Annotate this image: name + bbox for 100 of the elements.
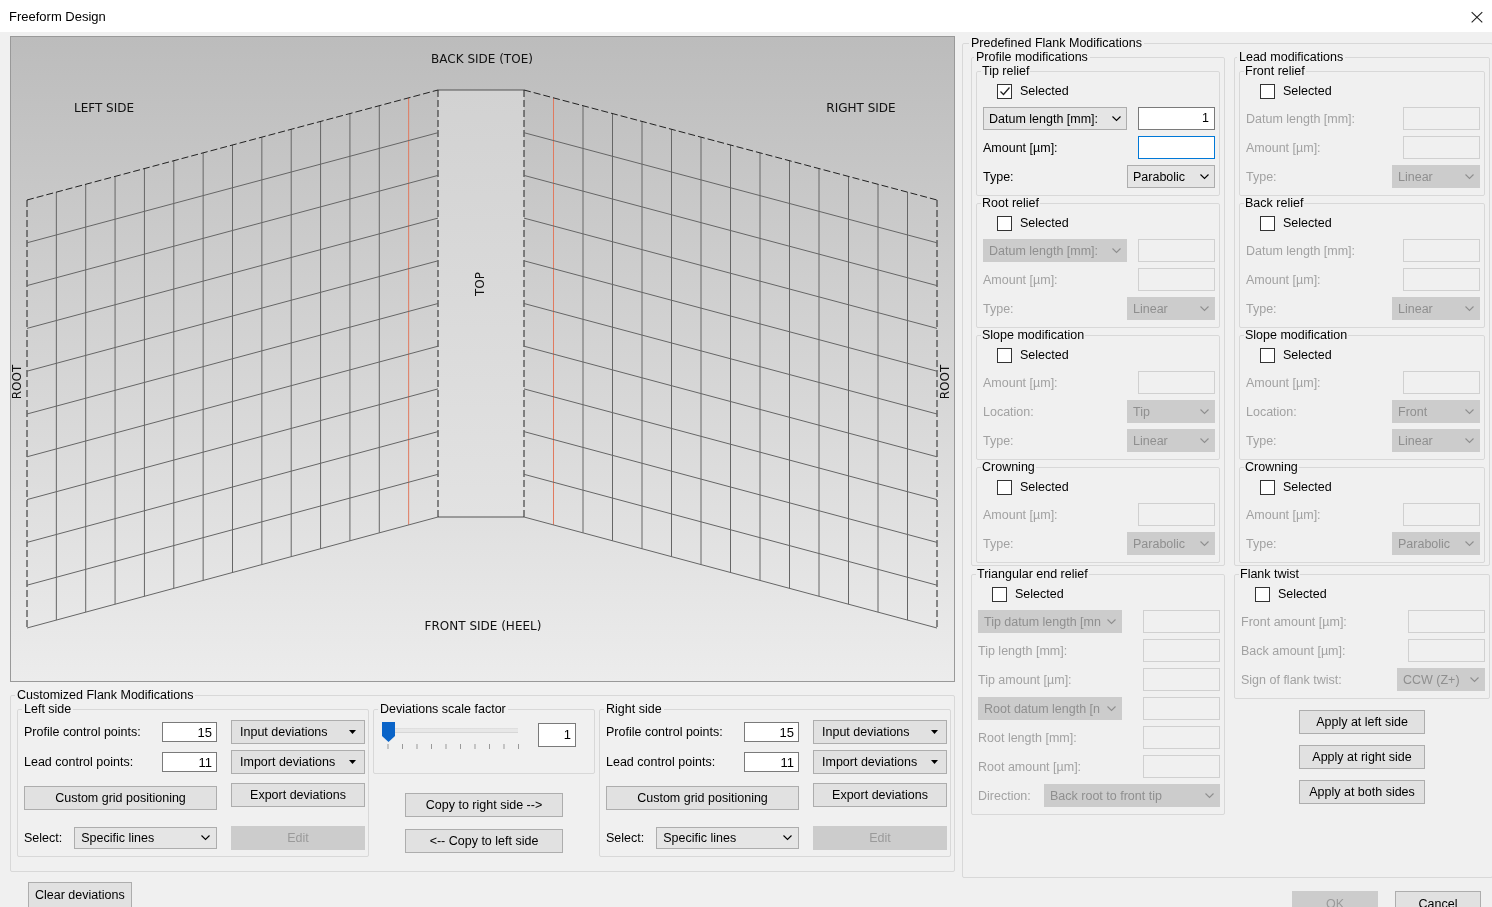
checkbox-label[interactable]: Selected [1020,348,1069,362]
input-field[interactable]: 1 [1138,107,1215,130]
field-label: Amount [µm]: [983,272,1058,287]
dropdown[interactable]: Parabolic [1127,165,1215,188]
field-label: Amount [µm]: [983,140,1058,155]
group-title: Crowning [982,460,1035,474]
field-label: Amount [µm]: [983,507,1058,522]
side-label: TOP [473,272,487,296]
field-label: Type: [983,169,1014,184]
field-label: Root amount [µm]: [978,759,1082,774]
input-field[interactable]: 1 [538,723,576,747]
chevron-down-icon [1200,305,1209,312]
field-label: Select: [606,831,645,845]
group-title: Front relief [1245,64,1305,78]
group-title: Back relief [1245,196,1304,210]
apply-button[interactable]: Apply at right side [1299,745,1425,769]
field-label: Amount [µm]: [1246,375,1321,390]
menu-button[interactable]: Import deviations [813,750,947,774]
dropdown[interactable]: Specific lines [656,827,799,849]
slider-thumb[interactable] [382,722,395,742]
group-title: Customized Flank Modifications [17,688,194,702]
close-button[interactable]: × [1462,3,1492,29]
checkbox-label[interactable]: Selected [1278,587,1327,601]
group-title: Flank twist [1240,567,1300,581]
input-field[interactable]: 11 [162,752,217,772]
checkbox-label[interactable]: Selected [1020,216,1069,230]
field-label: Root length [mm]: [978,730,1077,745]
checkbox[interactable] [997,479,1012,495]
field-label: Type: [1246,301,1277,316]
window-title: Freeform Design [9,8,106,24]
dropdown[interactable]: Specific lines [74,827,217,849]
caret-icon [349,760,356,764]
group-title: Predefined Flank Modifications [971,36,1142,50]
group-title: Right side [606,702,662,716]
input-field[interactable]: 15 [162,722,217,742]
copy-button[interactable]: Copy to right side --> [405,793,563,817]
group-title: Slope modification [1245,328,1348,342]
side-label: BACK SIDE (TOE) [431,52,533,66]
field-label: Tip length [mm]: [978,643,1068,658]
group-title: Deviations scale factor [380,702,506,716]
field-label: Amount [µm]: [1246,140,1321,155]
field-label: Location: [983,404,1034,419]
caret-icon [931,760,938,764]
custom-grid-button[interactable]: Custom grid positioning [24,786,217,810]
checkbox[interactable] [1260,347,1275,363]
side-label: RIGHT SIDE [826,101,896,115]
field-label: Amount [µm]: [1246,272,1321,287]
chevron-down-icon [1200,540,1209,547]
checkbox-label[interactable]: Selected [1283,480,1332,494]
checkbox-label[interactable]: Selected [1020,84,1069,98]
checkbox[interactable] [1255,586,1270,602]
checkbox[interactable] [997,83,1012,99]
field-label: Type: [1246,169,1277,184]
chevron-down-icon [201,835,210,841]
field-label: Direction: [978,788,1031,803]
chevron-down-icon [1112,115,1121,122]
menu-button[interactable]: Input deviations [231,720,365,744]
clear-deviations-button[interactable]: Clear deviations [28,882,132,907]
checkbox[interactable] [992,586,1007,602]
checkbox[interactable] [1260,215,1275,231]
checkbox[interactable] [997,347,1012,363]
chevron-down-icon [1465,540,1474,547]
checkbox-label[interactable]: Selected [1283,216,1332,230]
chevron-down-icon [1205,792,1214,799]
dropdown[interactable]: Datum length [mm]: [983,107,1127,130]
export-button[interactable]: Export deviations [231,783,365,807]
input-field[interactable] [1138,136,1215,159]
field-label: Back amount [µm]: [1241,643,1346,658]
field-label: Lead control points: [24,755,135,769]
field-label: Tip amount [µm]: [978,672,1072,687]
input-field[interactable]: 15 [744,722,799,742]
apply-button[interactable]: Apply at left side [1299,710,1425,734]
field-label: Type: [983,301,1014,316]
group-title: Slope modification [982,328,1085,342]
field-label: Amount [µm]: [1246,507,1321,522]
field-label: Front amount [µm]: [1241,614,1347,629]
copy-button[interactable]: <-- Copy to left side [405,829,563,853]
checkbox[interactable] [1260,479,1275,495]
checkbox-label[interactable]: Selected [1283,84,1332,98]
chevron-down-icon [1200,437,1209,444]
checkbox-label[interactable]: Selected [1020,480,1069,494]
checkbox-label[interactable]: Selected [1015,587,1064,601]
field-label: Type: [983,536,1014,551]
apply-button[interactable]: Apply at both sides [1299,780,1425,804]
menu-button[interactable]: Import deviations [231,750,365,774]
checkbox[interactable] [1260,83,1275,99]
side-label: LEFT SIDE [73,101,135,115]
custom-grid-button[interactable]: Custom grid positioning [606,786,799,810]
group-title: Triangular end relief [977,567,1088,581]
field-label: Profile control points: [24,725,142,739]
chevron-down-icon [1200,173,1209,180]
checkbox[interactable] [997,215,1012,231]
input-field[interactable]: 11 [744,752,799,772]
checkbox-label[interactable]: Selected [1283,348,1332,362]
menu-button[interactable]: Input deviations [813,720,947,744]
chevron-down-icon [1200,408,1209,415]
group-title: Root relief [982,196,1039,210]
chevron-down-icon [1112,247,1121,254]
chevron-down-icon [1465,173,1474,180]
export-button[interactable]: Export deviations [813,783,947,807]
